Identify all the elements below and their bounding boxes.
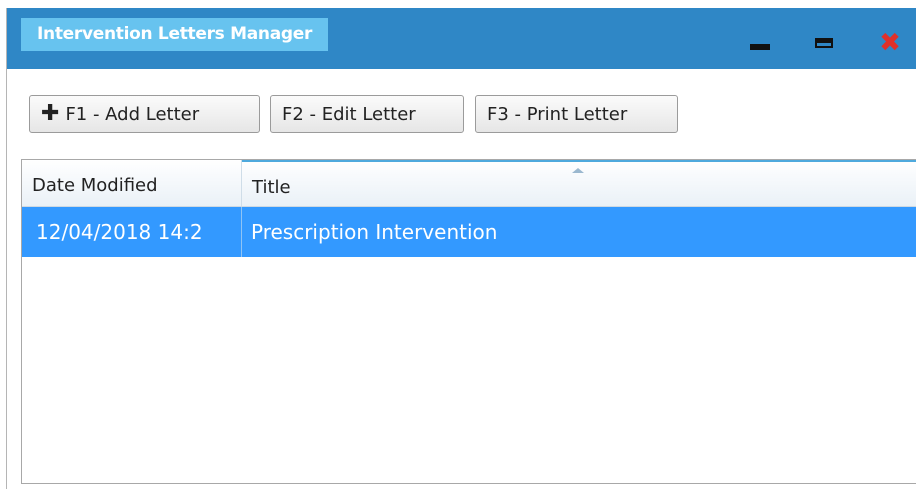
column-header-title[interactable]: Title [242, 160, 916, 206]
cell-date-modified: 12/04/2018 14:2 [22, 207, 242, 257]
title-bar[interactable]: Intervention Letters Manager ✖ [7, 8, 916, 69]
sort-ascending-icon [572, 168, 584, 173]
letters-grid: Date Modified Title 12/04/2018 14:2 Pres… [21, 159, 916, 484]
window-title: Intervention Letters Manager [21, 18, 329, 51]
edit-letter-button[interactable]: F2 - Edit Letter [270, 95, 464, 133]
maximize-icon [815, 38, 833, 48]
close-button[interactable]: ✖ [875, 28, 905, 58]
grid-header: Date Modified Title [22, 160, 916, 207]
table-row[interactable]: 12/04/2018 14:2 Prescription Interventio… [22, 207, 916, 257]
add-letter-label: F1 - Add Letter [65, 103, 200, 125]
plus-icon: ✚ [41, 101, 60, 126]
column-header-date-modified[interactable]: Date Modified [22, 160, 242, 206]
print-letter-button[interactable]: F3 - Print Letter [475, 95, 678, 133]
print-letter-label: F3 - Print Letter [487, 103, 628, 125]
column-header-title-label: Title [252, 177, 291, 198]
intervention-letters-window: Intervention Letters Manager ✖ ✚ F1 - Ad… [6, 8, 916, 489]
minimize-button[interactable] [745, 28, 775, 58]
add-letter-button[interactable]: ✚ F1 - Add Letter [29, 95, 260, 133]
edit-letter-label: F2 - Edit Letter [282, 103, 416, 125]
cell-title: Prescription Intervention [251, 220, 498, 244]
maximize-button[interactable] [809, 28, 839, 58]
close-icon: ✖ [879, 28, 901, 58]
minimize-icon [750, 44, 770, 50]
